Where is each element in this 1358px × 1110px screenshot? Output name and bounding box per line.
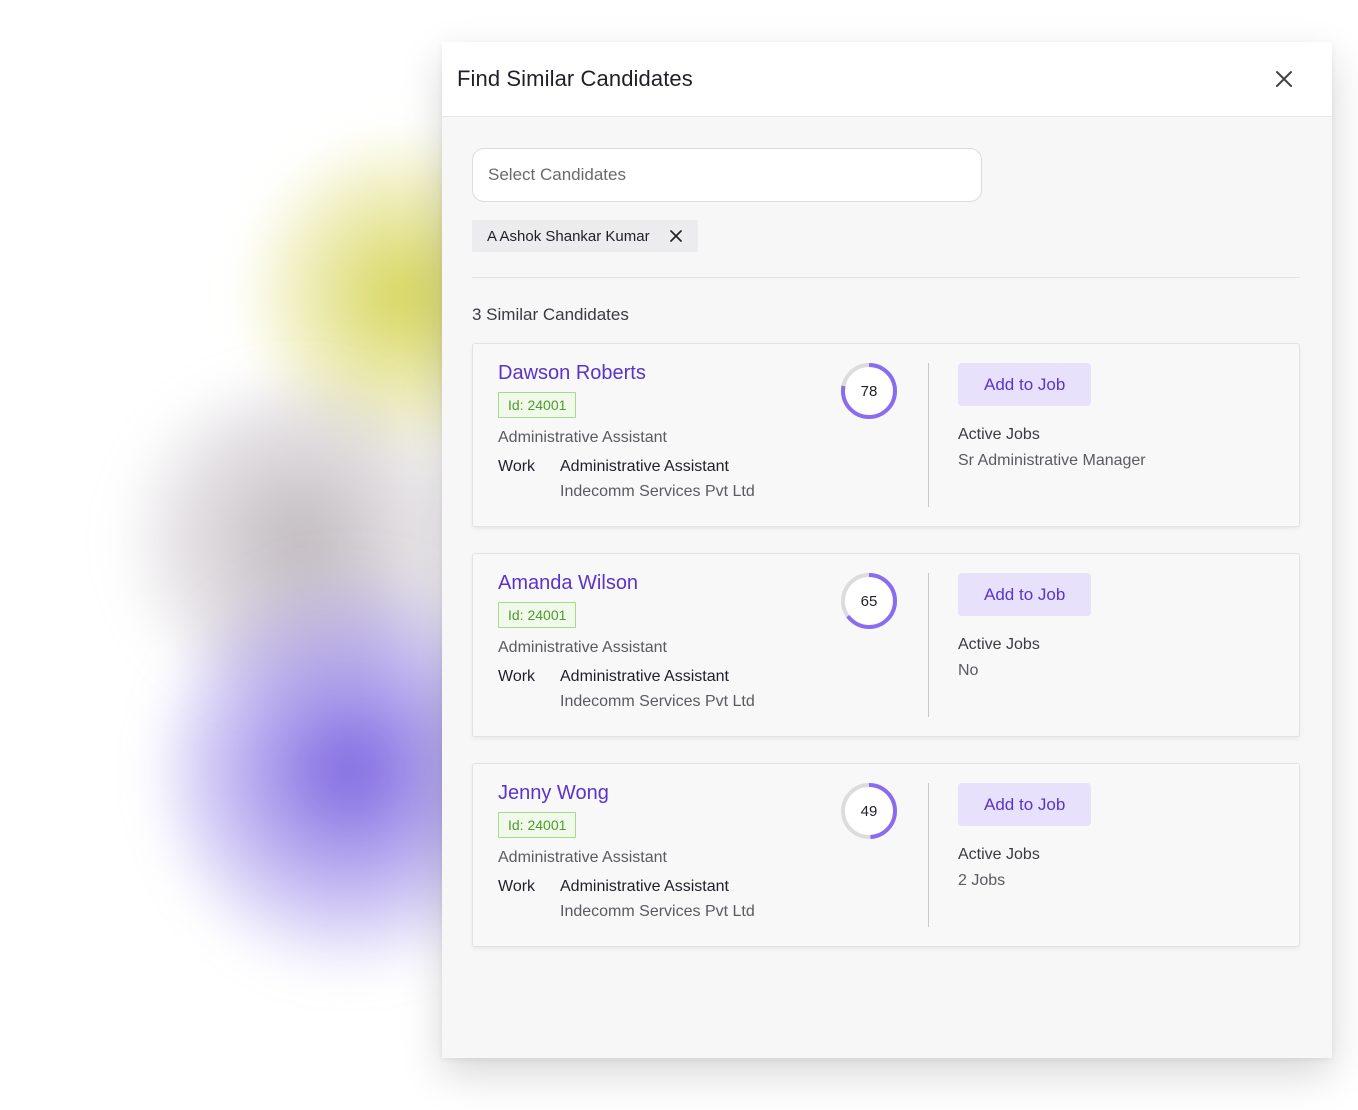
candidate-name-link[interactable]: Amanda Wilson (498, 572, 638, 595)
candidate-info: Jenny Wong Id: 24001 Administrative Assi… (498, 782, 828, 921)
active-jobs-value: 2 Jobs (958, 872, 1006, 889)
work-company: Indecomm Services Pvt Ltd (560, 483, 755, 500)
card-separator (928, 363, 929, 507)
work-title: Administrative Assistant (560, 668, 729, 685)
work-company: Indecomm Services Pvt Ltd (560, 903, 755, 920)
candidate-card: Dawson Roberts Id: 24001 Administrative … (472, 343, 1300, 527)
candidate-list: Dawson Roberts Id: 24001 Administrative … (472, 343, 1300, 947)
work-title: Administrative Assistant (560, 878, 729, 895)
work-label: Work (498, 878, 536, 895)
add-to-job-button[interactable]: Add to Job (958, 363, 1092, 406)
glow-grey (120, 380, 480, 700)
close-icon (1276, 71, 1292, 87)
select-candidates-input[interactable] (472, 148, 982, 202)
work-row: Work Administrative Assistant Indecomm S… (498, 668, 828, 711)
job-actions: Add to Job Active Jobs No (958, 573, 1092, 680)
add-to-job-button[interactable]: Add to Job (958, 783, 1092, 826)
modal-title: Find Similar Candidates (457, 66, 693, 91)
modal-body: A Ashok Shankar Kumar 3 Similar Candidat… (442, 117, 1332, 947)
close-icon (669, 230, 682, 242)
job-actions: Add to Job Active Jobs Sr Administrative… (958, 363, 1146, 470)
selected-candidate-chip: A Ashok Shankar Kumar (472, 220, 698, 252)
chip-remove-button[interactable] (668, 228, 684, 244)
work-row: Work Administrative Assistant Indecomm S… (498, 878, 828, 921)
match-score-value: 49 (860, 802, 878, 820)
candidate-card: Jenny Wong Id: 24001 Administrative Assi… (472, 763, 1300, 947)
candidate-id-badge: Id: 24001 (498, 812, 577, 838)
active-jobs-label: Active Jobs (958, 846, 1040, 863)
work-row: Work Administrative Assistant Indecomm S… (498, 458, 828, 501)
modal-header: Find Similar Candidates (442, 42, 1332, 117)
close-button[interactable] (1270, 65, 1298, 93)
candidate-info: Amanda Wilson Id: 24001 Administrative A… (498, 572, 828, 711)
active-jobs-value: Sr Administrative Manager (958, 452, 1146, 469)
card-separator (928, 573, 929, 717)
candidate-role: Administrative Assistant (498, 639, 667, 656)
divider (472, 277, 1300, 278)
match-score-ring: 78 (840, 362, 898, 420)
candidate-info: Dawson Roberts Id: 24001 Administrative … (498, 362, 828, 501)
work-label: Work (498, 458, 536, 475)
work-title: Administrative Assistant (560, 458, 729, 475)
active-jobs-label: Active Jobs (958, 636, 1040, 653)
candidate-id-badge: Id: 24001 (498, 602, 577, 628)
match-score-ring: 65 (840, 572, 898, 630)
active-jobs-label: Active Jobs (958, 426, 1040, 443)
add-to-job-button[interactable]: Add to Job (958, 573, 1092, 616)
chip-label: A Ashok Shankar Kumar (487, 227, 650, 245)
job-actions: Add to Job Active Jobs 2 Jobs (958, 783, 1092, 890)
match-score-ring: 49 (840, 782, 898, 840)
candidate-name-link[interactable]: Dawson Roberts (498, 362, 646, 385)
work-label: Work (498, 668, 536, 685)
candidate-card: Amanda Wilson Id: 24001 Administrative A… (472, 553, 1300, 737)
candidate-role: Administrative Assistant (498, 849, 667, 866)
candidate-id-badge: Id: 24001 (498, 392, 577, 418)
candidate-name-link[interactable]: Jenny Wong (498, 782, 609, 805)
active-jobs-value: No (958, 662, 979, 679)
candidate-role: Administrative Assistant (498, 429, 667, 446)
work-company: Indecomm Services Pvt Ltd (560, 693, 755, 710)
similar-count-heading: 3 Similar Candidates (472, 305, 629, 324)
match-score-value: 65 (860, 592, 878, 610)
find-similar-modal: Find Similar Candidates A Ashok Shankar … (442, 42, 1332, 1058)
card-separator (928, 783, 929, 927)
match-score-value: 78 (860, 382, 878, 400)
